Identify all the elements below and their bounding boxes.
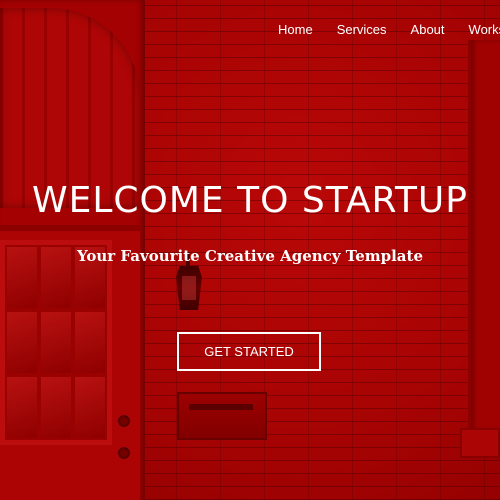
main-nav: Home Services About Works: [278, 22, 500, 37]
nav-link-services[interactable]: Services: [337, 22, 387, 37]
nav-link-home[interactable]: Home: [278, 22, 313, 37]
nav-link-about[interactable]: About: [411, 22, 445, 37]
hero-title: WELCOME TO STARTUP: [31, 180, 468, 221]
hero-subtitle: Your Favourite Creative Agency Template: [76, 247, 423, 265]
hero-section: Home Services About Works WELCOME TO STA…: [0, 0, 500, 500]
get-started-button[interactable]: GET STARTED: [177, 332, 321, 371]
nav-link-works[interactable]: Works: [469, 22, 500, 37]
